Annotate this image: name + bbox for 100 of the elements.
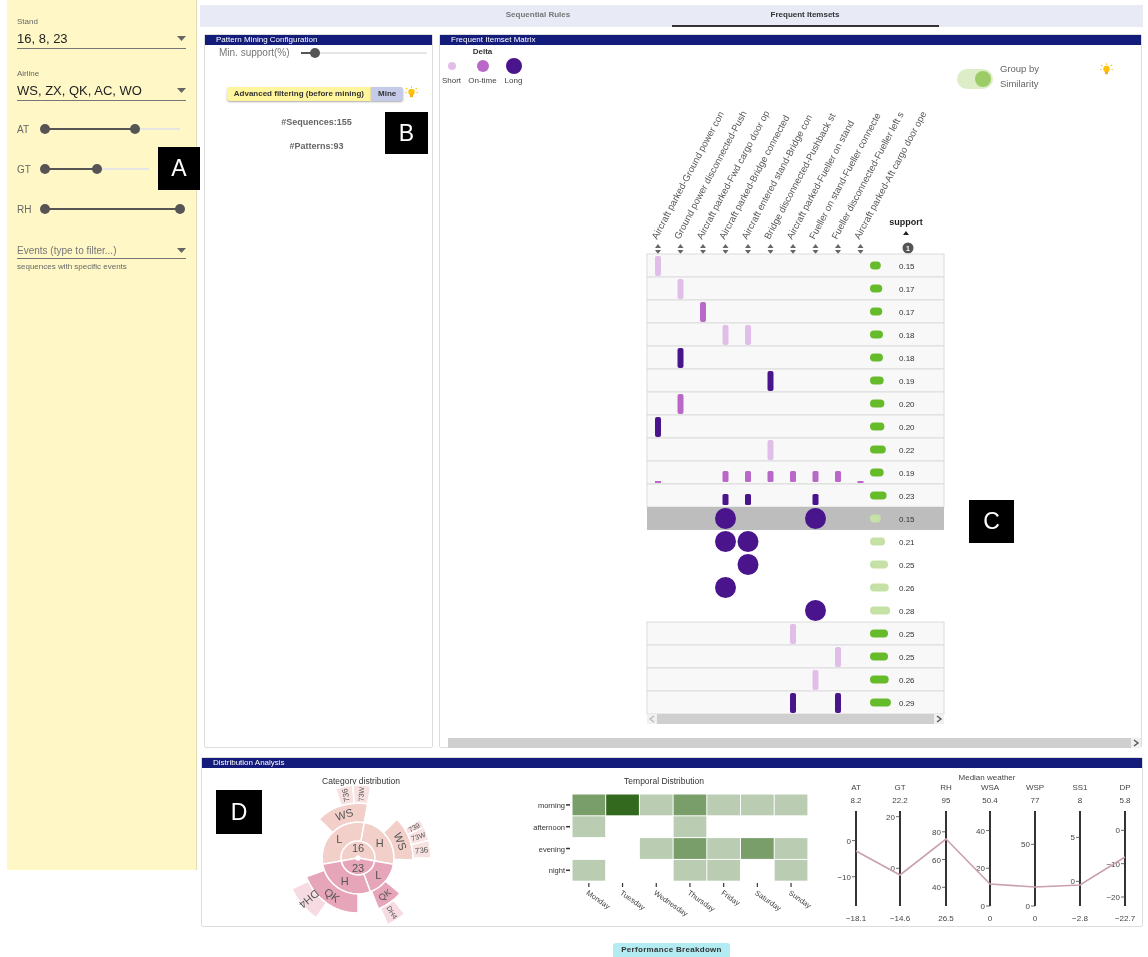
segment-label: L [336,833,343,846]
support-bar [870,537,886,546]
select-field[interactable]: 16, 8, 23 [17,29,186,49]
support-bar [870,629,888,638]
support-value: 0.20 [899,422,915,432]
support-bar [870,652,888,661]
axis-max-label: 8 [1077,796,1083,805]
segment-label: 736 [414,845,429,856]
slider-thumb[interactable] [40,164,50,174]
support-bar [870,330,883,339]
sort-icon[interactable] [903,231,909,235]
support-bar [870,675,889,684]
helper-text: sequences with specific events [17,261,128,273]
support-value: 0.21 [899,537,915,547]
axis-title: WSA [980,783,1000,792]
matrix-row[interactable] [646,690,945,715]
slider-thumb[interactable] [130,124,141,134]
segment-label: QK [322,885,342,905]
support-bar [870,468,884,477]
axis-min-label: −14.6 [889,914,911,923]
support-value: 0.26 [899,583,915,593]
toggle-label: Group by Similarity [1000,62,1041,90]
support-bar [870,399,885,408]
support-value: 0.23 [899,491,915,501]
tab[interactable]: Sequential Rules [404,5,672,27]
axis-max-label: 50.4 [982,796,998,805]
support-value: 0.20 [899,399,915,409]
tick-label: 50 [1021,840,1030,850]
support-bar [870,606,891,615]
segment-label: 736 [340,787,352,803]
segment-label: 23 [351,861,365,874]
tick-label: −20 [1106,893,1120,902]
field-label: Airline [17,69,41,79]
axis-title: RH [940,783,952,792]
segment-label: WS [334,806,355,823]
matrix-row[interactable] [646,483,945,508]
chart-title: Temporal Distribution [624,776,704,786]
slider-thumb[interactable] [40,204,50,214]
support-value: 0.28 [899,606,915,616]
segment-label: WS [391,830,410,852]
chart-title: Median weather [958,773,1016,782]
events-field[interactable]: Events (type to filter...) [17,243,186,259]
segment-label: L [375,868,382,881]
slider-thumb[interactable] [92,164,102,174]
support-value: 0.19 [899,376,915,386]
tick-label: 60 [932,855,941,865]
slider-label: GT [17,162,32,177]
sunburst-segment[interactable] [379,899,406,926]
tick-label: 80 [932,827,941,837]
performance-button[interactable]: Performance Breakdown [613,943,730,957]
slider-thumb[interactable] [309,48,320,58]
slider-label: Min. support(%) [218,47,291,59]
support-bar [870,284,883,293]
axis-title: GT [894,783,906,792]
caret-icon [177,36,186,41]
axis-min-label: 0 [987,914,993,923]
axis-min-label: 0 [1032,914,1038,923]
support-value: 0.17 [899,284,915,294]
support-value: 0.15 [899,514,915,524]
segment-label: H [375,836,384,849]
scrollbar[interactable] [448,738,1141,748]
support-value: 0.18 [899,353,915,363]
mine-button[interactable]: Mine [371,87,404,101]
slider-thumb[interactable] [40,124,50,134]
annotation-label: A [158,147,200,190]
caret-icon [177,88,186,93]
axis-min-label: −22.7 [1114,914,1136,923]
support-bar [870,445,886,454]
support-value: 0.25 [899,652,915,662]
support-bar [870,491,887,500]
sunburst-segment[interactable] [352,784,372,805]
column-header[interactable]: support [889,217,923,227]
tick-label: 40 [932,883,941,893]
axis-min-label: −18.1 [845,914,867,923]
select-field[interactable]: WS, ZX, QK, AC, WO [17,81,186,101]
segment-label: QK [376,887,394,903]
field-label: Stand [17,17,39,27]
axis-title: DP [1119,783,1131,792]
annotation-label: C [969,500,1014,543]
axis-title: AT [851,783,861,792]
tick-label: 0 [1115,826,1120,836]
support-bar [870,376,884,385]
toggle-switch[interactable] [957,69,993,89]
filter-button[interactable]: Advanced filtering (before mining) [226,87,371,101]
tab[interactable]: Frequent Itemsets [671,5,939,27]
support-bar [870,261,881,270]
support-value: 0.15 [899,261,915,271]
pattern-count: #Patterns:93 [289,140,344,153]
support-value: 0.22 [899,445,915,455]
legend-label: Long [504,75,523,87]
tick-label: 40 [976,826,985,836]
support-bar [870,583,889,592]
axis-max-label: 8.2 [850,796,862,805]
legend-title: Delta [471,47,494,57]
slider-thumb[interactable] [175,204,185,214]
sequence-count: #Sequences:155 [281,116,352,129]
scrollbar[interactable] [647,714,944,724]
support-bar [870,698,891,707]
annotation-label: B [385,112,428,154]
panel-title: Frequent Itemset Matrix [440,35,1141,45]
